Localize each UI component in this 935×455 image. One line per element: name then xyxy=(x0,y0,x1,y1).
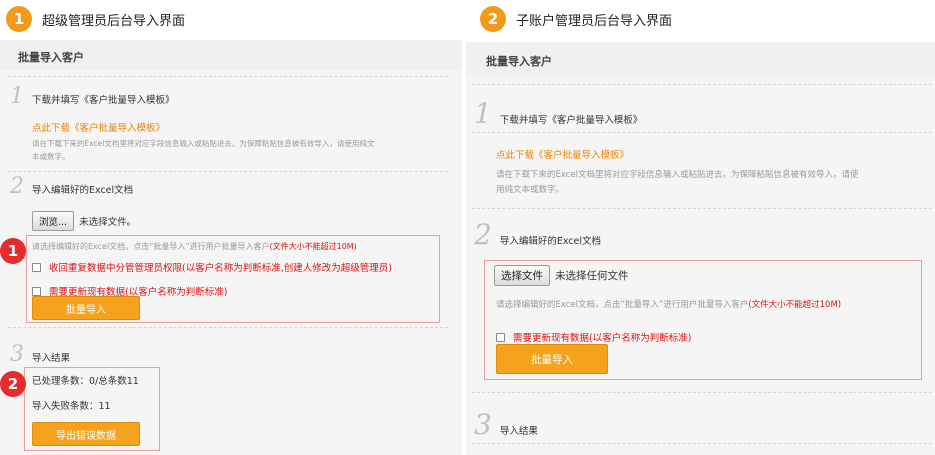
checkbox[interactable] xyxy=(32,262,41,272)
no-file-text: 未选择文件。 xyxy=(79,217,137,228)
annotation-marker-2: 2 xyxy=(0,371,26,397)
option-label: 需要更新现有数据(以客户名称为判断标准) xyxy=(513,333,692,344)
step-1: 1 下载并填写《客户批量导入模板》 xyxy=(474,97,642,130)
download-template-link[interactable]: 点此下载《客户批量导入模板》 xyxy=(32,120,165,134)
download-hint: 请在下载下来的Excel文档里将对应字段信息输入或粘贴进去。为保障粘贴信息被有效… xyxy=(496,168,859,198)
reclaim-permission-option[interactable]: 收回重复数据中分管管理员权限(以客户名称为判断标准,创建人修改为超级管理员) xyxy=(32,260,392,274)
batch-import-button[interactable]: 批量导入 xyxy=(496,344,608,374)
step-3: 3 导入结果 xyxy=(10,342,70,367)
hint-line: 本或数字。 xyxy=(32,152,70,161)
checkbox[interactable] xyxy=(496,332,505,342)
step-label: 导入结果 xyxy=(499,426,538,437)
no-file-text: 未选择任何文件 xyxy=(555,270,629,282)
section-title: 超级管理员后台导入界面 xyxy=(42,13,186,29)
section-number-badge: 1 xyxy=(6,6,32,32)
step-1: 1 下载并填写《客户批量导入模板》 xyxy=(10,84,175,109)
batch-import-button[interactable]: 批量导入 xyxy=(32,296,140,320)
section-title: 子账户管理员后台导入界面 xyxy=(516,13,673,29)
step-label: 导入编辑好的Excel文档 xyxy=(32,185,134,196)
checkbox[interactable] xyxy=(32,286,41,296)
hint-line: 请在下载下来的Excel文档里将对应字段信息输入或粘贴进去。为保障粘贴信息被有效… xyxy=(32,139,375,148)
download-hint: 请在下载下来的Excel文档里将对应字段信息输入或粘贴进去。为保障粘贴信息被有效… xyxy=(32,137,374,163)
step-number: 3 xyxy=(474,408,492,441)
hint-line: 请在下载下来的Excel文档里将对应字段信息输入或粘贴进去。为保障粘贴信息被有效… xyxy=(496,170,859,180)
step-label: 下载并填写《客户批量导入模板》 xyxy=(499,115,643,126)
divider xyxy=(472,84,932,85)
step-number: 1 xyxy=(474,97,492,130)
hint-line: 用纯文本或数字。 xyxy=(496,185,565,195)
processed-count: 已处理条数：0/总条数11 xyxy=(32,376,139,387)
download-template-link[interactable]: 点此下载《客户批量导入模板》 xyxy=(496,147,629,161)
section-number-badge: 2 xyxy=(480,6,506,32)
file-picker: 浏览... 未选择文件。 xyxy=(32,211,136,231)
super-admin-section: 1 超级管理员后台导入界面 批量导入客户 1 下载并填写《客户批量导入模板》 点… xyxy=(0,0,462,455)
size-limit-text: (文件大小不能超过10M) xyxy=(748,300,842,310)
section-header: 2 子账户管理员后台导入界面 xyxy=(480,0,672,38)
step-label: 导入结果 xyxy=(32,353,71,364)
failed-count: 导入失败条数：11 xyxy=(32,401,111,412)
upload-hint: 请选择编辑好的Excel文档，点击“批量导入”进行用户批量导入客户(文件大小不能… xyxy=(496,299,841,312)
step-label: 导入编辑好的Excel文档 xyxy=(499,236,601,247)
divider xyxy=(472,392,932,393)
option-label: 收回重复数据中分管管理员权限(以客户名称为判断标准,创建人修改为超级管理员) xyxy=(49,263,392,274)
divider xyxy=(472,132,932,133)
hint-text: 请选择编辑好的Excel文档，点击“批量导入”进行用户批量导入客户 xyxy=(496,300,749,310)
divider xyxy=(8,171,448,172)
step-2: 2 导入编辑好的Excel文档 xyxy=(474,218,601,251)
export-errors-button[interactable]: 导出错误数据 xyxy=(32,422,140,446)
divider xyxy=(8,76,448,77)
step-label: 下载并填写《客户批量导入模板》 xyxy=(32,95,175,106)
sub-account-admin-section: 2 子账户管理员后台导入界面 批量导入客户 1 下载并填写《客户批量导入模板》 … xyxy=(466,0,935,455)
panel-title: 批量导入客户 xyxy=(466,42,935,76)
browse-button[interactable]: 浏览... xyxy=(32,211,75,231)
annotation-marker-1: 1 xyxy=(0,238,26,264)
panel-title: 批量导入客户 xyxy=(0,40,462,70)
step-3: 3 导入结果 xyxy=(474,408,538,441)
divider xyxy=(472,443,932,444)
step-number: 1 xyxy=(10,84,24,109)
step-number: 3 xyxy=(10,342,24,367)
step-number: 2 xyxy=(10,174,24,199)
step-2: 2 导入编辑好的Excel文档 xyxy=(10,174,133,199)
choose-file-button[interactable]: 选择文件 xyxy=(494,265,550,286)
section-header: 1 超级管理员后台导入界面 xyxy=(6,0,185,38)
step-number: 2 xyxy=(474,218,492,251)
file-picker: 选择文件 未选择任何文件 xyxy=(494,265,629,286)
divider xyxy=(8,327,448,328)
divider xyxy=(472,208,932,209)
update-existing-option[interactable]: 需要更新现有数据(以客户名称为判断标准) xyxy=(496,330,691,344)
